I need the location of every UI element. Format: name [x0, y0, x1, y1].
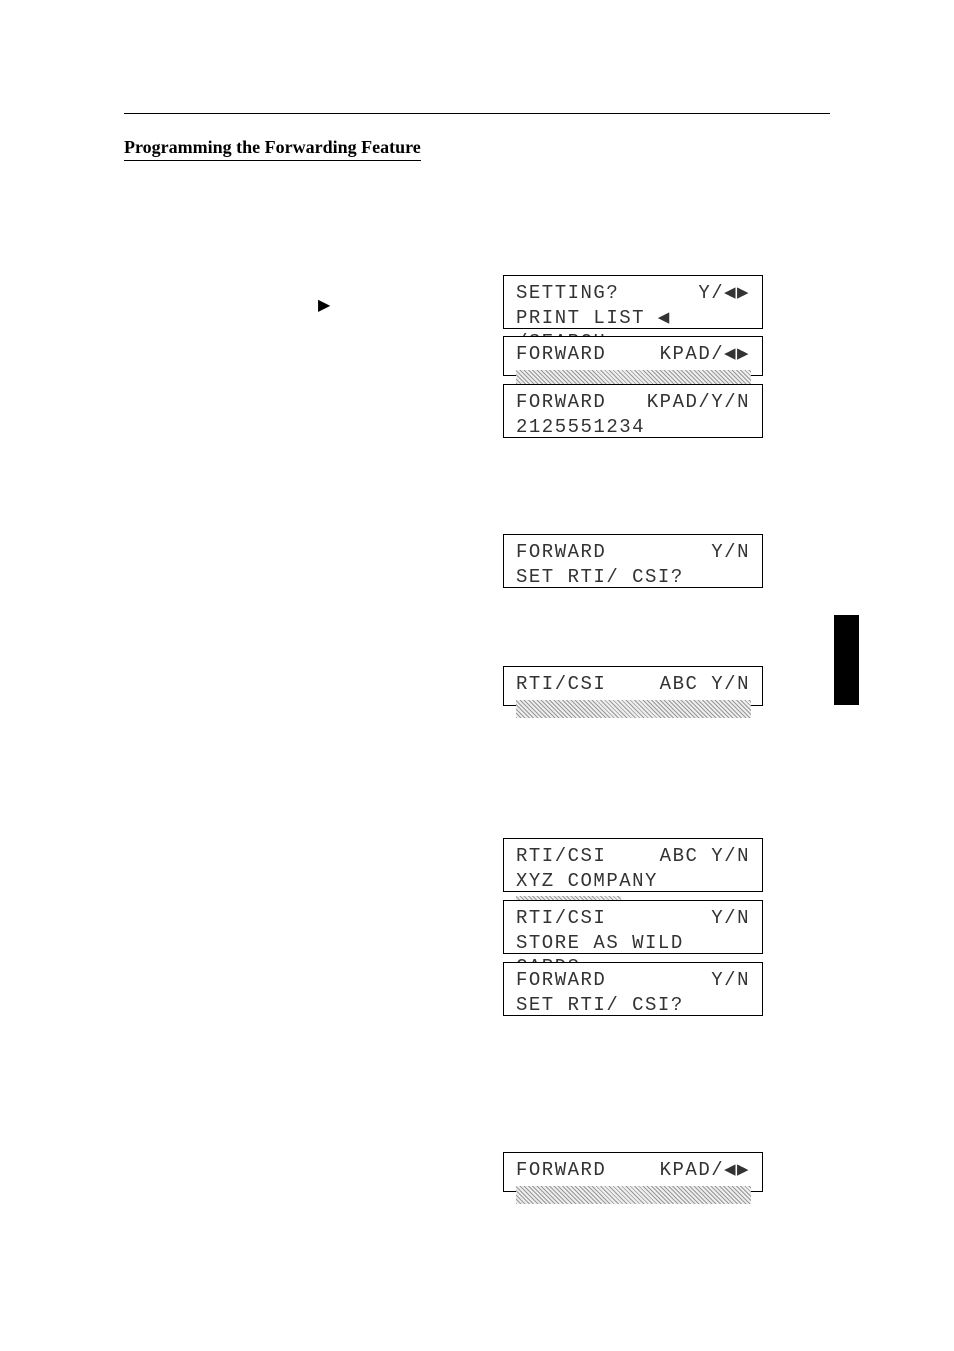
display-text: FORWARD [516, 1158, 606, 1183]
display-text: 2125551234 [516, 415, 750, 440]
lcd-display-forward-kpad: FORWARD KPAD/◀▶ [503, 336, 763, 376]
display-text: FORWARD [516, 540, 606, 565]
lcd-display-rti-csi-company: RTI/CSI ABC Y/N XYZ COMPANY [503, 838, 763, 892]
lcd-display-set-rti-csi: FORWARD Y/N SET RTI/ CSI? [503, 534, 763, 588]
display-text: Y/N [711, 968, 750, 993]
display-text: Y/N [711, 540, 750, 565]
lcd-display-forward-number: FORWARD KPAD/Y/N 2125551234 [503, 384, 763, 438]
display-text: FORWARD [516, 968, 606, 993]
display-text: ABC Y/N [660, 672, 750, 697]
display-text: FORWARD [516, 390, 606, 415]
side-tab-marker [834, 615, 859, 705]
header-divider [124, 113, 830, 114]
display-text: KPAD/Y/N [647, 390, 750, 415]
input-cursor-area [516, 1186, 751, 1204]
section-title: Programming the Forwarding Feature [124, 137, 421, 161]
display-text: KPAD/◀▶ [660, 342, 750, 367]
lcd-display-setting: SETTING? Y/◀▶ PRINT LIST ◀ /SEARCH ▶ [503, 275, 763, 329]
lcd-display-rti-csi-abc: RTI/CSI ABC Y/N [503, 666, 763, 706]
display-text: SET RTI/ CSI? [516, 993, 750, 1018]
input-cursor-area [516, 700, 751, 718]
display-text: XYZ COMPANY [516, 870, 658, 892]
display-text: SETTING? [516, 281, 619, 306]
display-text: Y/N [711, 906, 750, 931]
lcd-display-set-rti-csi-2: FORWARD Y/N SET RTI/ CSI? [503, 962, 763, 1016]
lcd-display-forward-kpad-2: FORWARD KPAD/◀▶ [503, 1152, 763, 1192]
display-text: Y/◀▶ [698, 281, 750, 306]
lcd-display-wildcard: RTI/CSI Y/N STORE AS WILD CARD? [503, 900, 763, 954]
display-text: RTI/CSI [516, 672, 606, 697]
display-text: KPAD/◀▶ [660, 1158, 750, 1183]
display-text: SET RTI/ CSI? [516, 565, 750, 590]
right-arrow-icon: ▶ [318, 295, 330, 315]
display-text: RTI/CSI [516, 906, 606, 931]
display-text: RTI/CSI [516, 844, 606, 869]
display-text: FORWARD [516, 342, 606, 367]
display-text: ABC Y/N [660, 844, 750, 869]
